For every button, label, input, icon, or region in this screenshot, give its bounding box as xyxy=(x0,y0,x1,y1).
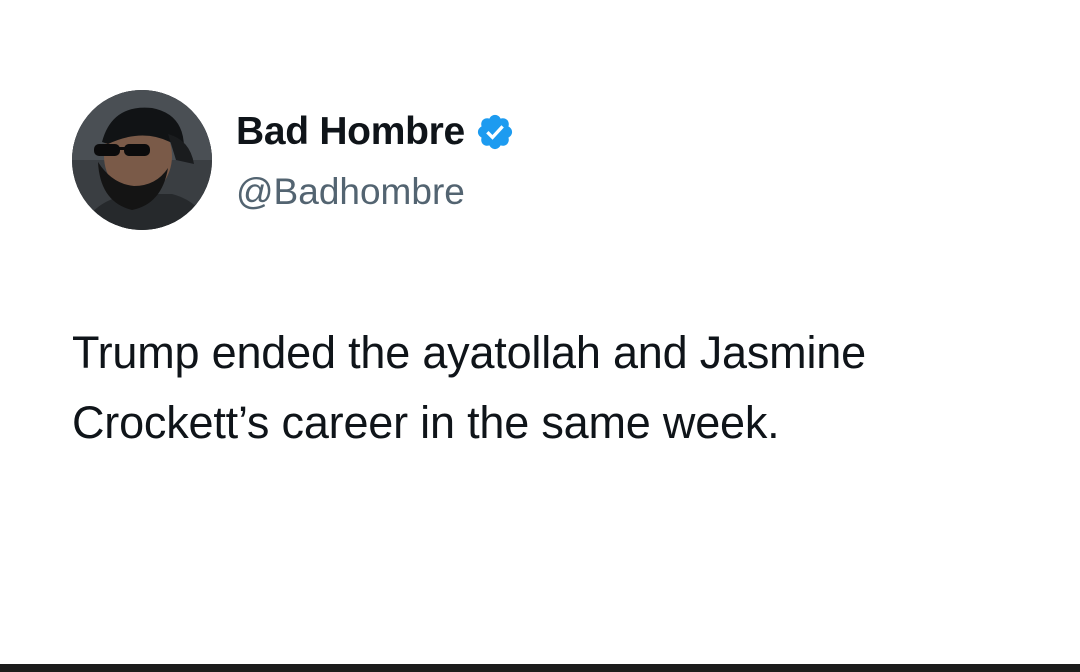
avatar-photo xyxy=(72,90,212,230)
author-display-name[interactable]: Bad Hombre xyxy=(236,110,465,154)
tweet-text-line: Crockett’s career in the same week. xyxy=(72,397,780,448)
tweet-text-line: Trump ended the ayatollah and Jasmine xyxy=(72,327,866,378)
avatar[interactable] xyxy=(72,90,212,230)
bottom-divider xyxy=(0,664,1080,672)
tweet-card: Bad Hombre @Badhombre Trump ended the ay… xyxy=(0,0,1080,672)
author-handle[interactable]: @Badhombre xyxy=(236,170,465,214)
tweet-text: Trump ended the ayatollah and Jasmine Cr… xyxy=(72,318,1032,458)
verified-badge-icon[interactable] xyxy=(475,112,515,152)
author-name-row: Bad Hombre xyxy=(236,110,515,154)
